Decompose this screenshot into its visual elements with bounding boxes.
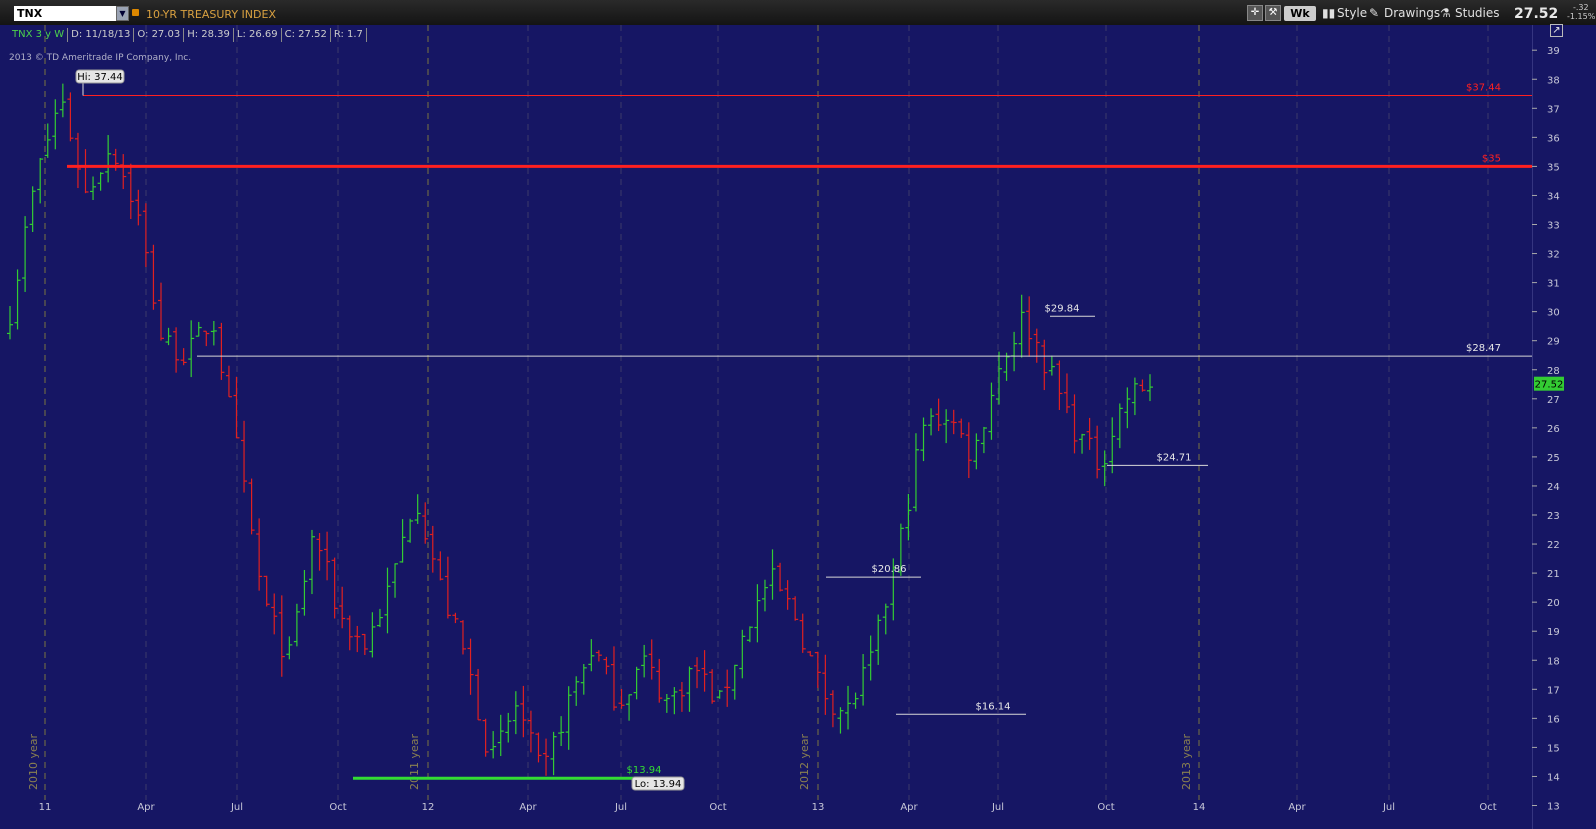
expand-icon[interactable]: ↗ [1550, 24, 1563, 37]
bar-date: D: 11/18/13 [68, 28, 135, 42]
style-button[interactable]: Style [1337, 5, 1367, 21]
bar-low: L: 26.69 [234, 28, 282, 42]
price-chart-area[interactable] [0, 25, 1532, 829]
top-toolbar: TNX ▼ 10-YR TREASURY INDEX ✛ ⚒ Wk ▮▮ Sty… [0, 0, 1596, 26]
bar-range: R: 1.7 [331, 28, 367, 42]
wrench-icon[interactable]: ⚒ [1265, 5, 1281, 21]
index-name: 10-YR TREASURY INDEX [146, 8, 276, 21]
bar-close: C: 27.52 [282, 28, 331, 42]
studies-icon: ⚗ [1440, 6, 1451, 20]
style-icon: ▮▮ [1322, 6, 1336, 20]
percent-change: -1.15% [1567, 12, 1596, 21]
aggregation-button[interactable]: Wk [1284, 6, 1316, 21]
symbol-input[interactable]: TNX [14, 6, 118, 21]
last-price: 27.52 [1514, 6, 1559, 22]
drawings-button[interactable]: Drawings [1384, 5, 1440, 21]
symbol-dropdown-icon[interactable]: ▼ [116, 6, 129, 21]
bar-high: H: 28.39 [184, 28, 234, 42]
symbol-period[interactable]: TNX 3 y W [9, 28, 69, 42]
bar-open: O: 27.03 [134, 28, 185, 42]
copyright-note: 2013 © TD Ameritrade IP Company, Inc. [9, 53, 192, 63]
crosshair-icon[interactable]: ✛ [1247, 5, 1263, 21]
net-change: -.32 [1573, 3, 1589, 12]
flag-icon [132, 9, 139, 16]
ohlc-info-bar: TNX 3 y W D: 11/18/13 O: 27.03 H: 28.39 L: 2… [9, 28, 367, 42]
price-axis[interactable] [1532, 25, 1596, 829]
studies-button[interactable]: Studies [1455, 5, 1500, 21]
pencil-icon: ✎ [1369, 6, 1380, 20]
